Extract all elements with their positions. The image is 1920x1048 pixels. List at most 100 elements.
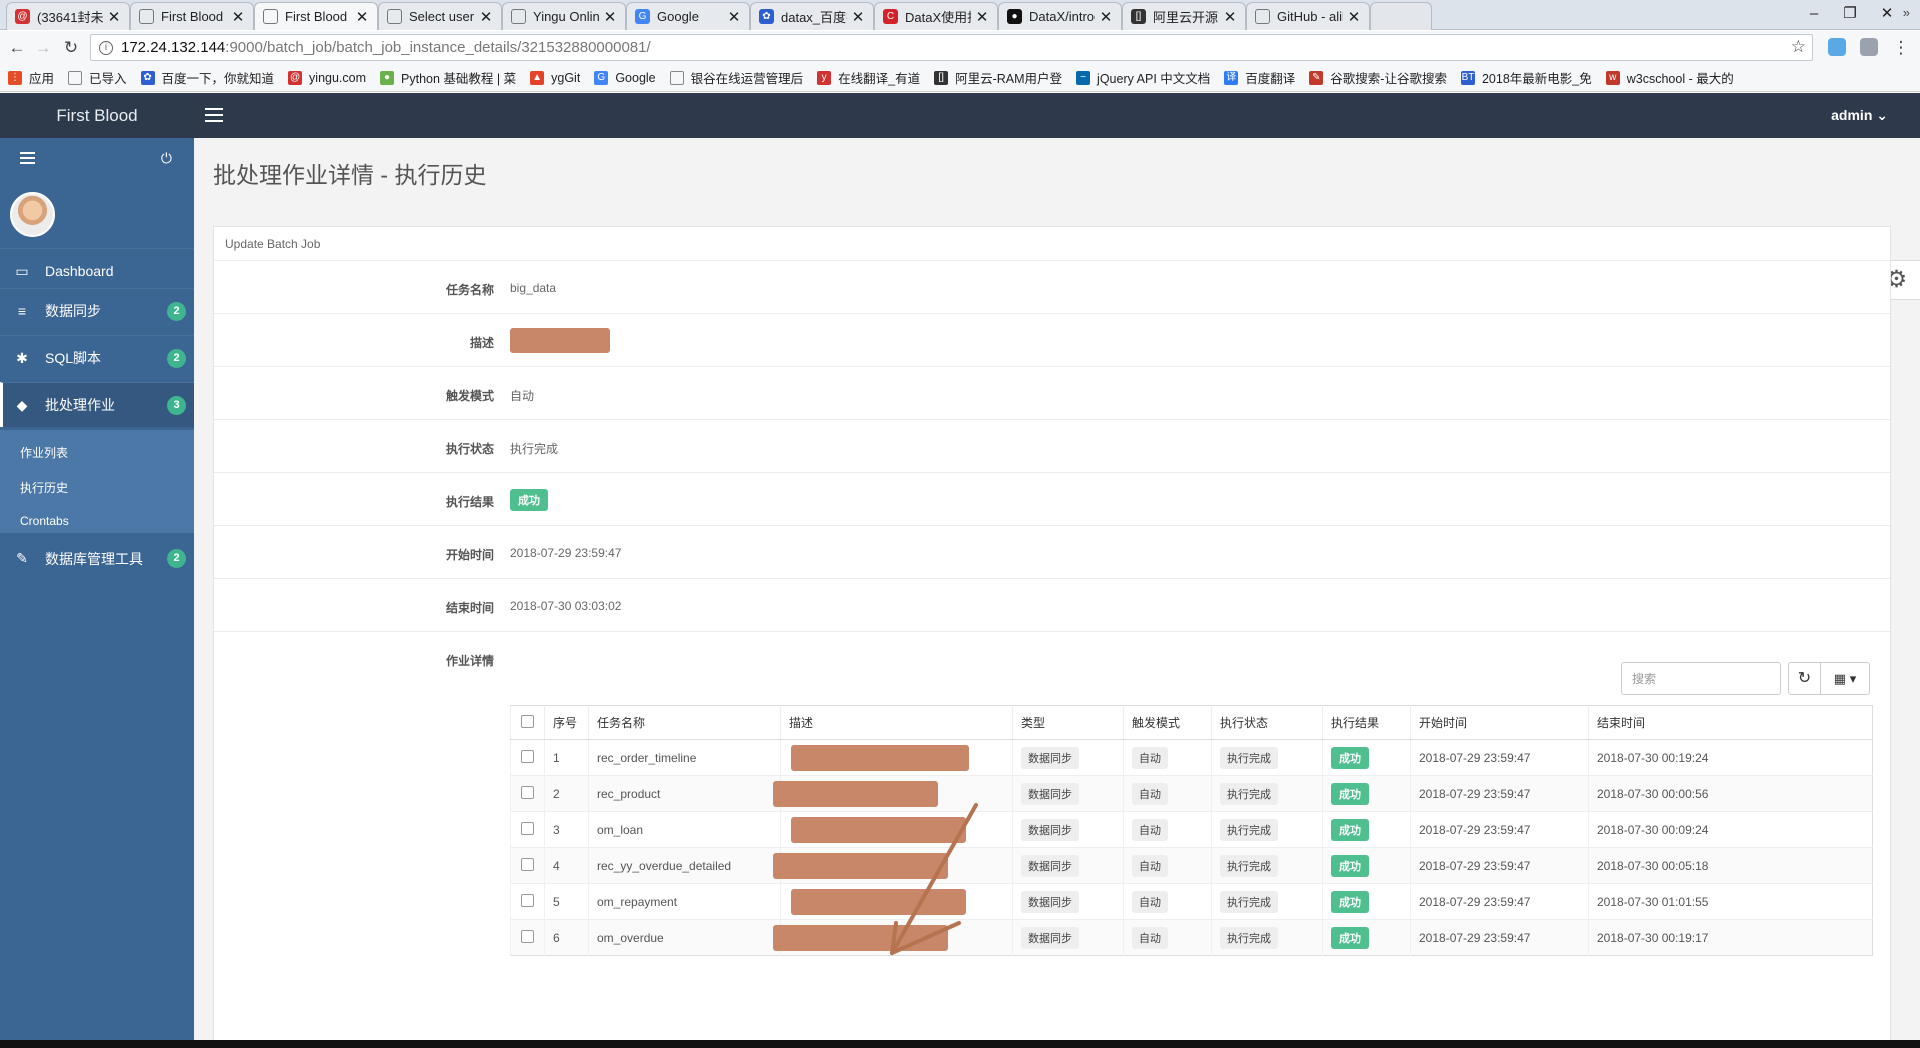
- browser-tab[interactable]: Select user to ch ✕: [378, 2, 502, 30]
- user-menu[interactable]: admin ⌄: [1831, 93, 1888, 138]
- bookmark-item[interactable]: [] 阿里云-RAM用户登: [934, 68, 1062, 87]
- bookmark-item[interactable]: ▲ ygGit: [530, 70, 580, 85]
- url-input[interactable]: i 172.24.132.144:9000/batch_job/batch_jo…: [90, 34, 1813, 61]
- status-badge: 成功: [1331, 854, 1369, 877]
- table-row[interactable]: 1 rec_order_timeline 数据同步 自动 执行完成 成功 2018-07-2…: [510, 739, 1873, 776]
- bookmark-item[interactable]: ● Python 基础教程 | 菜: [380, 68, 516, 87]
- bookmark-item[interactable]: @ yingu.com: [288, 70, 366, 85]
- column-header[interactable]: 触发模式: [1123, 705, 1212, 740]
- submenu-item-crontabs[interactable]: Crontabs: [20, 514, 69, 528]
- browser-tab[interactable]: Yingu Online ✕: [502, 2, 626, 30]
- sidebar-item-data-sync[interactable]: ≡ 数据同步 2: [0, 288, 194, 333]
- browser-tab[interactable]: [] 阿里云开源离线同 ✕: [1122, 2, 1246, 30]
- browser-tab[interactable]: First Blood ✕: [254, 2, 378, 30]
- minimize-icon[interactable]: –: [1797, 4, 1831, 24]
- refresh-button[interactable]: ↻: [1788, 662, 1821, 695]
- close-tab-icon[interactable]: ✕: [1347, 8, 1361, 26]
- column-header[interactable]: 结束时间: [1588, 705, 1873, 740]
- column-header[interactable]: 类型: [1012, 705, 1124, 740]
- bookmark-item[interactable]: ✿ 百度一下，你就知道: [140, 68, 274, 87]
- row-checkbox[interactable]: [521, 893, 534, 907]
- forward-icon[interactable]: →: [32, 37, 54, 59]
- menu-icon[interactable]: [20, 152, 35, 167]
- close-tab-icon[interactable]: ✕: [1223, 8, 1237, 26]
- submenu-item-history[interactable]: 执行历史: [20, 479, 68, 496]
- browser-tab[interactable]: First Blood ✕: [130, 2, 254, 30]
- sidebar-item-dashboard[interactable]: ▭ Dashboard: [0, 248, 194, 293]
- address-bar: ← → ↻ i 172.24.132.144:9000/batch_job/ba…: [0, 31, 1920, 64]
- table-row[interactable]: 5 om_repayment 数据同步 自动 执行完成 成功 2018-07-29 23:5…: [510, 883, 1873, 920]
- status-tag: 执行完成: [1220, 926, 1278, 949]
- browser-tab[interactable]: ✿ datax_百度搜索 ✕: [750, 2, 874, 30]
- close-window-icon[interactable]: ✕: [1870, 4, 1904, 24]
- reload-icon[interactable]: ↻: [60, 37, 82, 59]
- field-label: 执行状态: [445, 442, 494, 456]
- row-checkbox[interactable]: [521, 929, 534, 943]
- column-header[interactable]: 开始时间: [1410, 705, 1589, 740]
- bookmark-item[interactable]: G Google: [594, 70, 656, 85]
- table-row[interactable]: 3 om_loan 数据同步 自动 执行完成 成功 2018-07-29 23:59:47 2…: [510, 811, 1873, 848]
- bookmark-star-icon[interactable]: ☆: [1791, 37, 1806, 57]
- browser-tab[interactable]: G Google ✕: [626, 2, 750, 30]
- close-tab-icon[interactable]: ✕: [231, 8, 245, 26]
- bookmark-item[interactable]: ~ jQuery API 中文文档: [1076, 68, 1210, 87]
- search-input[interactable]: [1621, 662, 1781, 695]
- trigger-tag: 自动: [1132, 926, 1168, 949]
- browser-tab[interactable]: @ (33641封未读) yi ✕: [6, 2, 130, 30]
- bookmark-item[interactable]: ✎ 谷歌搜索-让谷歌搜索: [1309, 68, 1447, 87]
- bookmark-item[interactable]: y 在线翻译_有道: [817, 68, 920, 87]
- column-header[interactable]: 描述: [780, 705, 1013, 740]
- browser-menu-icon[interactable]: ⋮: [1890, 37, 1912, 59]
- sidebar-item-batch-jobs[interactable]: ◆ 批处理作业 3: [0, 382, 194, 427]
- bookmark-item[interactable]: 银谷在线运营管理后: [669, 68, 803, 87]
- column-header[interactable]: 执行结果: [1322, 705, 1411, 740]
- column-header[interactable]: 任务名称: [588, 705, 781, 740]
- table-row[interactable]: 6 om_overdue 数据同步 自动 执行完成 成功 2018-07-29 23:59:…: [510, 919, 1873, 956]
- close-tab-icon[interactable]: ✕: [355, 8, 369, 26]
- bookmark-item[interactable]: BT 2018年最新电影_免: [1460, 68, 1592, 87]
- brand-logo[interactable]: First Blood: [0, 93, 194, 138]
- bookmark-item[interactable]: 译百度翻译: [1224, 68, 1295, 87]
- new-tab-button[interactable]: [1370, 2, 1432, 30]
- sidebar-item-sql-scripts[interactable]: ✱ SQL脚本 2: [0, 335, 194, 380]
- browser-tab[interactable]: C DataX使用指南 - ✕: [874, 2, 998, 30]
- grid-icon: ▦: [1833, 671, 1847, 686]
- browser-tab[interactable]: GitHub - alibab ✕: [1246, 2, 1370, 30]
- bookmark-item[interactable]: ⋮ 应用: [8, 68, 54, 87]
- table-row[interactable]: 4 rec_yy_overdue_detailed 数据同步 自动 执行完成 成功 2018…: [510, 847, 1873, 884]
- submenu-item-job-list[interactable]: 作业列表: [20, 444, 68, 461]
- row-checkbox[interactable]: [521, 785, 534, 799]
- sidebar-item-db-tools[interactable]: ✎ 数据库管理工具 2: [0, 536, 194, 581]
- row-checkbox[interactable]: [521, 749, 534, 763]
- close-tab-icon[interactable]: ✕: [107, 8, 121, 26]
- info-icon[interactable]: i: [99, 40, 113, 55]
- bookmark-item[interactable]: 已导入: [68, 68, 127, 87]
- row-checkbox[interactable]: [521, 821, 534, 835]
- close-tab-icon[interactable]: ✕: [851, 8, 865, 26]
- trigger-tag: 自动: [1132, 890, 1168, 913]
- avatar[interactable]: [10, 192, 55, 237]
- table-row[interactable]: 2 rec_product 数据同步 自动 执行完成 成功 2018-07-29 23:59…: [510, 775, 1873, 812]
- sidebar-toggle-icon[interactable]: [203, 104, 225, 126]
- column-header[interactable]: 执行状态: [1211, 705, 1323, 740]
- more-bookmarks-icon[interactable]: »: [1903, 5, 1910, 20]
- restore-icon[interactable]: ❐: [1833, 4, 1867, 24]
- close-tab-icon[interactable]: ✕: [603, 8, 617, 26]
- select-all-checkbox[interactable]: [521, 714, 534, 728]
- extension-icon[interactable]: [1828, 38, 1846, 56]
- back-icon[interactable]: ←: [6, 37, 28, 59]
- row-checkbox[interactable]: [521, 857, 534, 871]
- browser-tab[interactable]: ● DataX/introducti ✕: [998, 2, 1122, 30]
- close-tab-icon[interactable]: ✕: [975, 8, 989, 26]
- bookmark-item[interactable]: w w3cschool - 最大的: [1605, 68, 1734, 87]
- bookmark-label: 已导入: [89, 72, 127, 86]
- close-tab-icon[interactable]: ✕: [727, 8, 741, 26]
- close-tab-icon[interactable]: ✕: [479, 8, 493, 26]
- extension-icon[interactable]: [1860, 38, 1878, 56]
- columns-button[interactable]: ▦ ▾: [1820, 662, 1870, 695]
- close-tab-icon[interactable]: ✕: [1099, 8, 1113, 26]
- power-icon[interactable]: ⏻: [161, 150, 172, 167]
- field-value: 自动: [510, 389, 535, 403]
- os-taskbar: [0, 1040, 1920, 1048]
- column-header[interactable]: 序号: [544, 705, 589, 740]
